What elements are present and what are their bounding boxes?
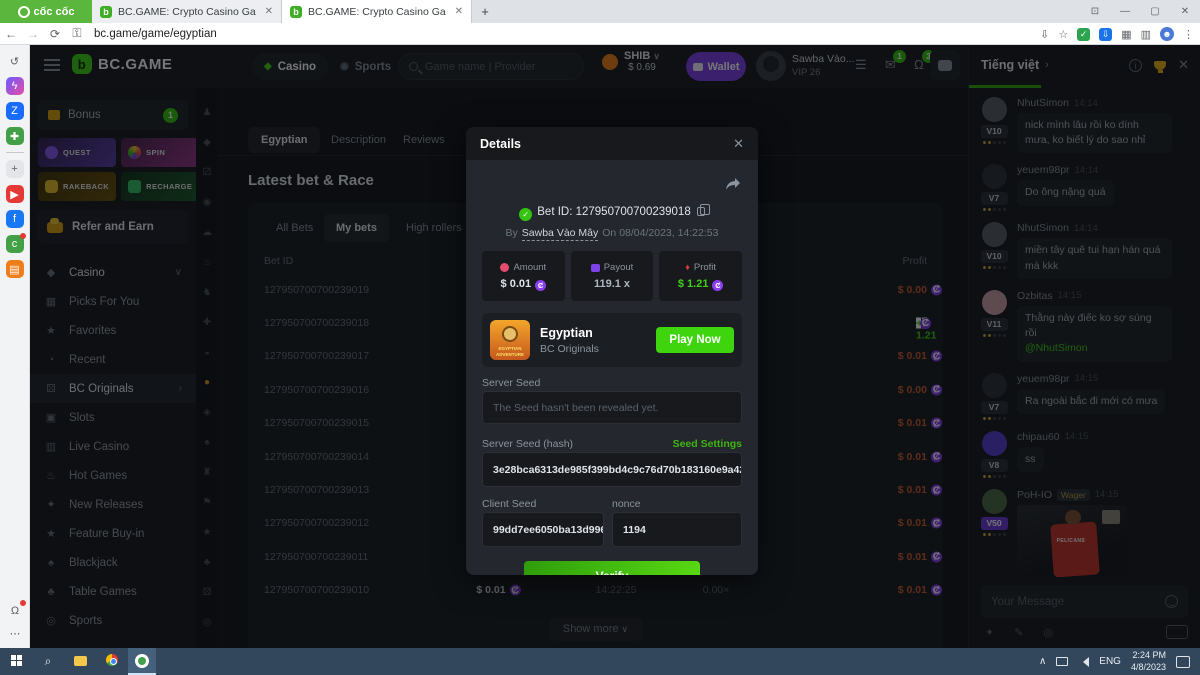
client-seed-field[interactable]: 99dd7ee6050ba13d996c — [482, 512, 604, 547]
save-icon[interactable]: ⇩ — [1040, 28, 1049, 41]
bcgame-favicon-icon: b — [290, 6, 302, 18]
modal-close-icon[interactable]: ✕ — [733, 136, 744, 152]
payout-icon — [591, 264, 600, 272]
server-seed-hash-field[interactable]: 3e28bca6313de985f399bd4c9c76d70b183160e9… — [482, 452, 742, 487]
profit-icon: ♦ — [685, 262, 690, 272]
amount-icon — [500, 263, 509, 272]
tab-title: BC.GAME: Crypto Casino Ga — [308, 6, 449, 18]
check-icon: ✓ — [519, 208, 532, 221]
start-button[interactable] — [0, 655, 32, 669]
browser-chrome: cốc cốc b BC.GAME: Crypto Casino Ga ✕ b BC.… — [0, 0, 1200, 45]
forward-button[interactable]: → — [22, 27, 44, 41]
coin-icon: Ȼ — [712, 280, 723, 291]
bcgame-favicon-icon: b — [100, 6, 112, 18]
browser-profile-avatar[interactable]: ☻ — [1160, 27, 1174, 41]
taskbar-search-icon[interactable]: ⌕ — [32, 654, 64, 669]
play-now-button[interactable]: Play Now — [656, 327, 734, 353]
youtube-icon[interactable]: ▶ — [6, 185, 24, 203]
share-icon[interactable] — [726, 177, 740, 195]
lock-icon: ⚿ — [66, 26, 88, 41]
history-icon[interactable]: ↺ — [6, 52, 24, 70]
clock[interactable]: 2:24 PM4/8/2023 — [1131, 650, 1166, 673]
notifications-bell-icon[interactable]: Ω — [6, 602, 24, 620]
speaker-icon[interactable] — [1078, 657, 1089, 667]
seed-settings-link[interactable]: Seed Settings — [673, 438, 742, 450]
new-tab-icon[interactable]: + — [6, 160, 24, 178]
verify-button[interactable]: Verify — [524, 561, 700, 575]
coccoc-logo-icon — [18, 6, 30, 18]
client-seed-label: Client Seed — [482, 498, 536, 510]
zalo-icon[interactable]: Z — [6, 102, 24, 120]
sidebar-more-icon[interactable]: ⋯ — [6, 627, 24, 640]
network-icon[interactable] — [1056, 657, 1068, 666]
bet-byline: BySawba Vào MâyOn 08/04/2023, 14:22:53 — [466, 227, 758, 239]
download-manager-icon[interactable]: ⇩ — [1099, 28, 1112, 41]
server-seed-label: Server Seed — [482, 377, 540, 389]
modal-header: Details ✕ — [466, 127, 758, 160]
bcgame-page: bBC.GAME ◆Casino ◉Sports Game name | Pro… — [30, 45, 1200, 648]
file-explorer-icon[interactable] — [64, 655, 96, 669]
amount-card: Amount $ 0.01Ȼ — [482, 251, 565, 301]
bet-id-line: ✓Bet ID: 127950700700239018 — [466, 206, 758, 221]
browser-menu-icon[interactable]: ⋮ — [1183, 28, 1194, 41]
stats-icon[interactable]: ▥ — [1141, 28, 1151, 41]
egyptian-game-thumbnail[interactable]: EGYPTIAN ADVENTURE — [490, 320, 530, 360]
coccoc-taskbar-icon[interactable] — [128, 648, 156, 675]
coccoc-brand[interactable]: cốc cốc — [0, 0, 92, 23]
reload-button[interactable]: ⟳ — [44, 27, 66, 41]
address-bar: ← → ⟳ ⚿ bc.game/game/egyptian ⇩ ☆ ✓ ⇩ ▦ … — [0, 23, 1200, 45]
modal-title: Details — [480, 137, 521, 151]
nonce-field[interactable]: 1194 — [612, 512, 742, 547]
cast-device-icon[interactable]: ⊡ — [1080, 6, 1110, 17]
coccoc-icon[interactable]: c — [6, 235, 24, 253]
tab-close-icon[interactable]: ✕ — [455, 6, 463, 17]
windows-taskbar: ⌕ ∧ ENG 2:24 PM4/8/2023 — [0, 648, 1200, 675]
language-indicator[interactable]: ENG — [1099, 656, 1121, 667]
show-hidden-icons[interactable]: ∧ — [1039, 656, 1046, 667]
coin-icon: Ȼ — [535, 280, 546, 291]
browser-tab-1[interactable]: b BC.GAME: Crypto Casino Ga ✕ — [92, 0, 282, 23]
chrome-icon[interactable] — [96, 654, 128, 669]
back-button[interactable]: ← — [0, 27, 22, 41]
games-icon[interactable]: ✚ — [6, 127, 24, 145]
server-seed-field[interactable]: The Seed hasn't been revealed yet. — [482, 391, 742, 424]
tab-title: BC.GAME: Crypto Casino Ga — [118, 6, 259, 18]
bookmark-star-icon[interactable]: ☆ — [1058, 28, 1068, 41]
divider — [6, 152, 24, 153]
game-card: EGYPTIAN ADVENTURE EgyptianBC Originals … — [482, 313, 742, 367]
extensions-puzzle-icon[interactable]: ▦ — [1121, 28, 1131, 41]
game-title: Egyptian — [540, 326, 599, 340]
browser-sidebar: Ω ⋯ ↺ ϟZ ✚ + ▶ fc ▤ — [0, 45, 30, 648]
bet-datetime: 08/04/2023, 14:22:53 — [619, 227, 718, 239]
game-provider: BC Originals — [540, 343, 599, 355]
shop-icon[interactable]: ▤ — [6, 260, 24, 278]
close-button[interactable]: ✕ — [1170, 6, 1200, 17]
minimize-button[interactable]: — — [1110, 6, 1140, 17]
maximize-button[interactable]: ▢ — [1140, 6, 1170, 17]
messenger-icon[interactable]: ϟ — [6, 77, 24, 95]
new-tab-button[interactable]: + — [472, 0, 498, 23]
payout-card: Payout 119.1 x — [571, 251, 654, 301]
nonce-label: nonce — [612, 498, 641, 510]
browser-tabbar: cốc cốc b BC.GAME: Crypto Casino Ga ✕ b BC.… — [0, 0, 1200, 23]
action-center-icon[interactable] — [1176, 656, 1190, 668]
adblock-shield-icon[interactable]: ✓ — [1077, 28, 1090, 41]
coccoc-brand-label: cốc cốc — [34, 6, 75, 18]
facebook-icon[interactable]: f — [6, 210, 24, 228]
bet-details-modal: Details ✕ ✓Bet ID: 127950700700239018 By… — [466, 127, 758, 575]
tab-close-icon[interactable]: ✕ — [265, 6, 273, 17]
copy-icon[interactable] — [697, 207, 705, 216]
window-controls: ⊡ — ▢ ✕ — [1080, 0, 1200, 23]
bet-stats: Amount $ 0.01Ȼ Payout 119.1 x ♦Profit $ … — [482, 251, 742, 301]
profit-card: ♦Profit $ 1.21Ȼ — [659, 251, 742, 301]
url-text[interactable]: bc.game/game/egyptian — [94, 28, 217, 40]
server-seed-hash-label: Server Seed (hash) — [482, 438, 573, 450]
browser-tab-2[interactable]: b BC.GAME: Crypto Casino Ga ✕ — [282, 0, 472, 23]
player-name[interactable]: Sawba Vào Mây — [522, 227, 598, 241]
